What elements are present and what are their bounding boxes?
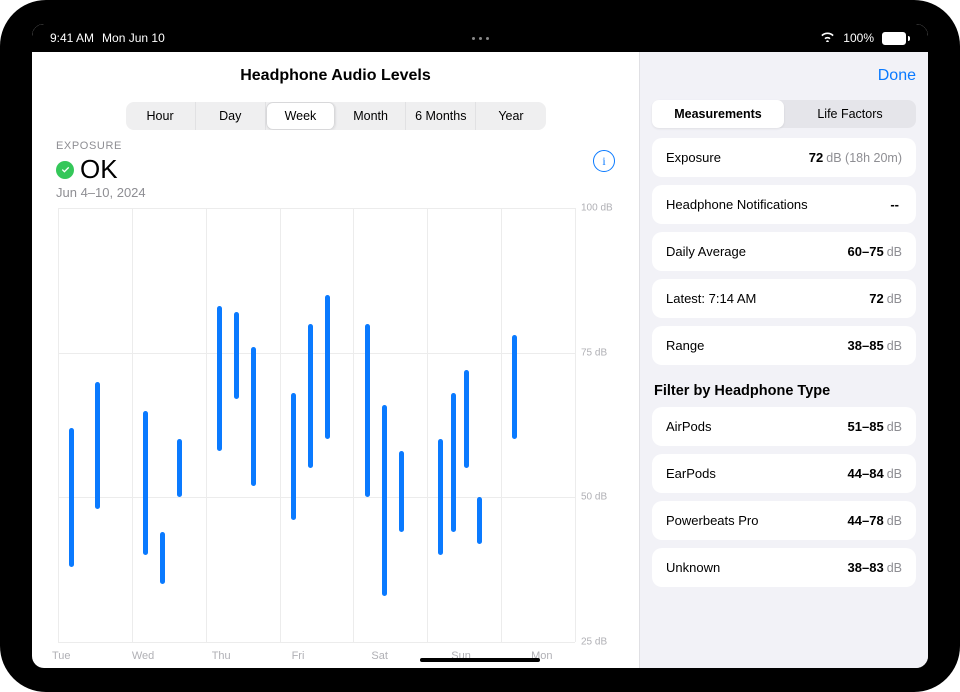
- chart-bar: [325, 295, 330, 440]
- card-label: Headphone Notifications: [666, 197, 808, 212]
- chart-bar: [464, 370, 469, 468]
- device-frame: 9:41 AM Mon Jun 10 100% Headphone Audio …: [0, 0, 960, 692]
- card-value: 38–85dB: [848, 338, 902, 353]
- x-tick: Sat: [371, 650, 388, 662]
- card-value: 51–85dB: [848, 419, 902, 434]
- y-tick: 75 dB: [581, 347, 615, 358]
- card-value: 72dB: [869, 291, 902, 306]
- filter-card-0[interactable]: AirPods 51–85dB: [652, 407, 916, 446]
- done-button[interactable]: Done: [878, 67, 916, 85]
- sidebar: Done MeasurementsLife Factors Exposure 72…: [639, 52, 928, 668]
- page-title: Headphone Audio Levels: [240, 67, 431, 85]
- filter-card-2[interactable]: Powerbeats Pro 44–78dB: [652, 501, 916, 540]
- chart-bar: [382, 405, 387, 596]
- chart-bar: [451, 393, 456, 532]
- chart-bar: [399, 451, 404, 532]
- screen: 9:41 AM Mon Jun 10 100% Headphone Audio …: [32, 24, 928, 668]
- card-label: Latest: 7:14 AM: [666, 291, 756, 306]
- chart-bar: [308, 324, 313, 469]
- card-label: Daily Average: [666, 244, 746, 259]
- info-icon[interactable]: i: [593, 150, 615, 172]
- chart-bar: [251, 347, 256, 486]
- sidebar-segment-life-factors[interactable]: Life Factors: [784, 100, 916, 128]
- card-value: 72dB (18h 20m): [809, 150, 902, 165]
- status-ok-check-icon: [56, 161, 74, 179]
- x-tick: Tue: [52, 650, 71, 662]
- chart-bar: [512, 335, 517, 439]
- measure-card-1[interactable]: Headphone Notifications --: [652, 185, 916, 224]
- time-range-segmented[interactable]: HourDayWeekMonth6 MonthsYear: [126, 102, 546, 130]
- status-bar: 9:41 AM Mon Jun 10 100%: [32, 24, 928, 52]
- segment-year[interactable]: Year: [476, 102, 545, 130]
- exposure-status: OK: [80, 154, 118, 185]
- chart-bar: [234, 312, 239, 399]
- card-label: Powerbeats Pro: [666, 513, 759, 528]
- y-tick: 25 dB: [581, 637, 615, 648]
- y-tick: 100 dB: [581, 203, 615, 214]
- segment-month[interactable]: Month: [336, 102, 406, 130]
- x-tick: Fri: [292, 650, 305, 662]
- measure-card-4[interactable]: Range 38–85dB: [652, 326, 916, 365]
- card-label: EarPods: [666, 466, 716, 481]
- chart-bar: [365, 324, 370, 498]
- chart-bar: [438, 439, 443, 555]
- segment-day[interactable]: Day: [196, 102, 266, 130]
- chart-bar: [477, 497, 482, 543]
- card-label: AirPods: [666, 419, 712, 434]
- segment-6months[interactable]: 6 Months: [406, 102, 476, 130]
- chart-bar: [217, 306, 222, 451]
- chart-bar: [69, 428, 74, 567]
- main-panel: Headphone Audio Levels HourDayWeekMonth6…: [32, 52, 639, 668]
- card-value: --: [890, 197, 902, 212]
- chart-bar: [177, 439, 182, 497]
- y-tick: 50 dB: [581, 492, 615, 503]
- x-tick: Thu: [212, 650, 231, 662]
- filter-card-1[interactable]: EarPods 44–84dB: [652, 454, 916, 493]
- multitask-dots[interactable]: [32, 24, 928, 52]
- card-value: 44–84dB: [848, 466, 902, 481]
- segment-hour[interactable]: Hour: [126, 102, 196, 130]
- segment-week[interactable]: Week: [266, 102, 336, 130]
- exposure-date-range: Jun 4–10, 2024: [56, 185, 146, 200]
- filter-card-3[interactable]: Unknown 38–83dB: [652, 548, 916, 587]
- exposure-label: EXPOSURE: [56, 140, 146, 152]
- card-value: 38–83dB: [848, 560, 902, 575]
- card-label: Unknown: [666, 560, 720, 575]
- filter-title: Filter by Headphone Type: [654, 383, 914, 399]
- measure-card-3[interactable]: Latest: 7:14 AM 72dB: [652, 279, 916, 318]
- x-tick: Wed: [132, 650, 154, 662]
- sidebar-segmented[interactable]: MeasurementsLife Factors: [652, 100, 916, 128]
- measure-card-2[interactable]: Daily Average 60–75dB: [652, 232, 916, 271]
- home-indicator[interactable]: [420, 658, 540, 662]
- chart-bar: [160, 532, 165, 584]
- chart-bar: [143, 411, 148, 556]
- card-label: Range: [666, 338, 704, 353]
- chart-bar: [291, 393, 296, 520]
- chart-bar: [95, 382, 100, 509]
- card-label: Exposure: [666, 150, 721, 165]
- sidebar-segment-measurements[interactable]: Measurements: [652, 100, 784, 128]
- card-value: 44–78dB: [848, 513, 902, 528]
- measure-card-0[interactable]: Exposure 72dB (18h 20m): [652, 138, 916, 177]
- card-value: 60–75dB: [848, 244, 902, 259]
- audio-level-chart: 25 dB50 dB75 dB100 dBTueWedThuFriSatSunM…: [56, 208, 615, 662]
